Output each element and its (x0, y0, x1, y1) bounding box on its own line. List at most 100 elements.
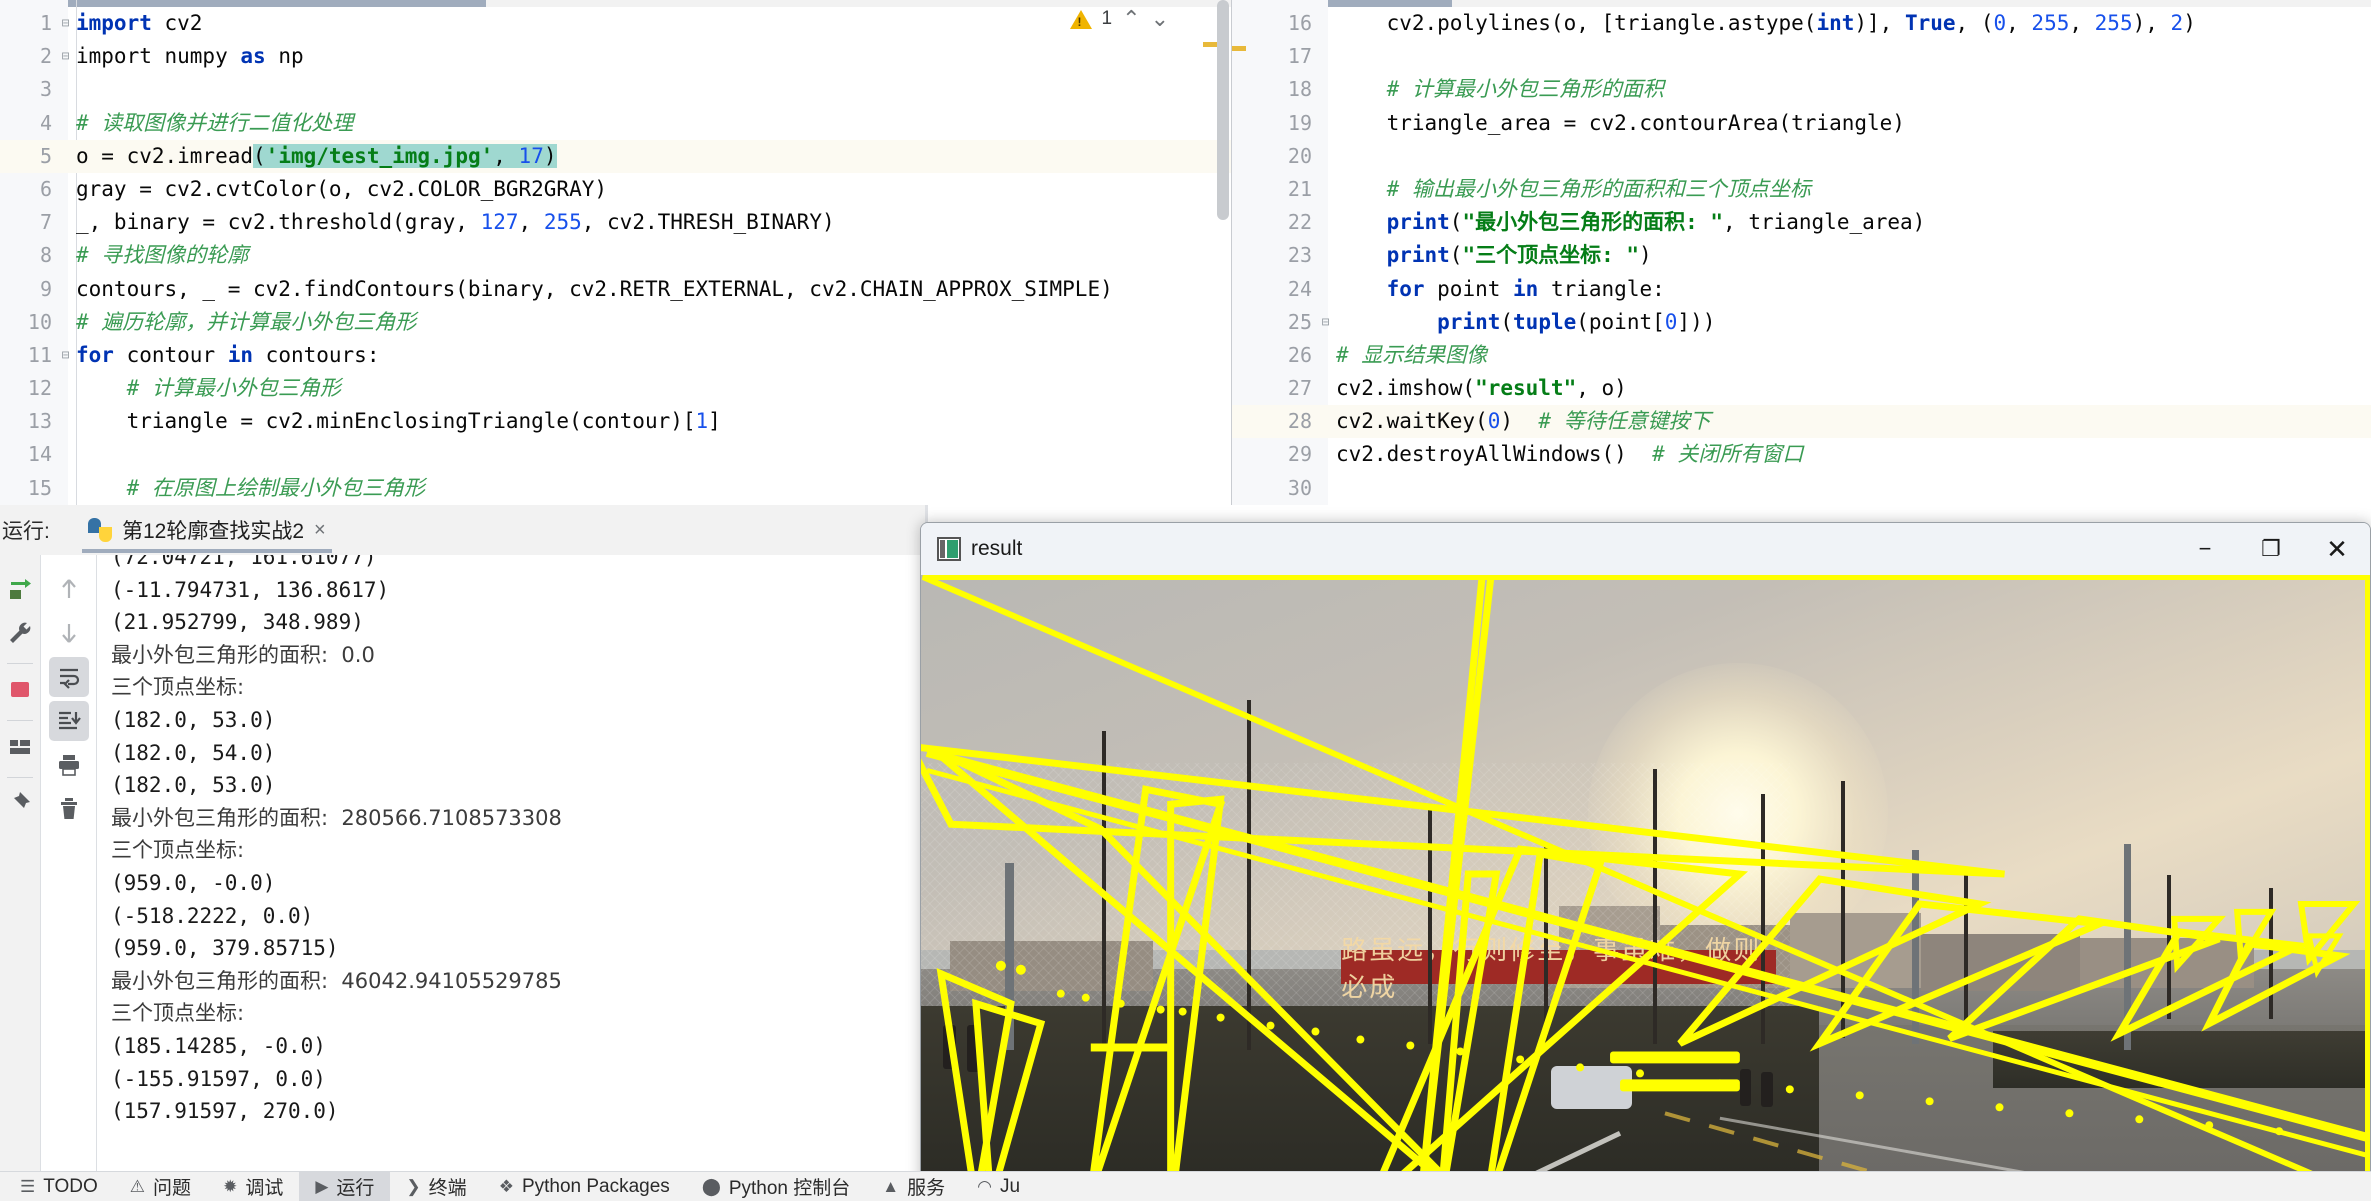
code-lines-left[interactable]: 1⊟import cv2 2⊟import numpy as np 3 4# 读… (0, 7, 1231, 505)
status-bar-item-terminal[interactable]: ❯终端 (390, 1172, 482, 1201)
console-line: (185.14285, -0.0) (111, 1030, 925, 1063)
console-line: (-518.2222, 0.0) (111, 900, 925, 933)
editor-pane-left[interactable]: 1⊟import cv2 2⊟import numpy as np 3 4# 读… (0, 0, 1232, 505)
console-line: (182.0, 54.0) (111, 737, 925, 770)
settings-wrench-icon[interactable] (0, 613, 40, 653)
result-window-title: result (971, 537, 1022, 561)
run-tool-window[interactable]: 运行: 第12轮廓查找实战2 × (0, 505, 925, 1171)
run-toolbar-primary[interactable] (0, 555, 40, 1171)
minimize-button[interactable]: − (2172, 523, 2238, 575)
toolbar-divider (7, 663, 33, 664)
console-line: 三个顶点坐标: (111, 671, 925, 704)
code-line: 21 # 输出最小外包三角形的面积和三个顶点坐标 (1232, 173, 2371, 206)
result-window-titlebar[interactable]: result − ❐ ✕ (921, 523, 2370, 575)
run-configuration-tab[interactable]: 第12轮廓查找实战2 × (74, 505, 340, 555)
fold-marker-icon[interactable]: ⊟ (58, 16, 73, 31)
pin-icon[interactable] (0, 784, 40, 824)
scroll-to-end-icon[interactable] (49, 701, 89, 741)
result-image-canvas[interactable]: 路虽远，行则修至，事虽难，做则必成 (921, 575, 2370, 1200)
status-bar-item-run[interactable]: ▶ 运行 (299, 1172, 390, 1201)
code-line: 27cv2.imshow("result", o) (1232, 372, 2371, 405)
console-line: 三个顶点坐标: (111, 997, 925, 1030)
scroll-warning-mark (1203, 42, 1217, 47)
code-line: 10# 遍历轮廓，并计算最小外包三角形 (0, 306, 1231, 339)
close-icon[interactable]: × (314, 519, 326, 542)
console-line: 最小外包三角形的面积: 0.0 (111, 639, 925, 672)
code-line: 1⊟import cv2 (0, 7, 1231, 40)
chevron-up-icon[interactable]: ⌃ (1122, 6, 1140, 32)
code-line: 18 # 计算最小外包三角形的面积 (1232, 73, 2371, 106)
status-bar-item-label: 运行 (336, 1173, 374, 1200)
line-number: 26 (1232, 339, 1312, 372)
status-bar-item-label: 问题 (153, 1173, 191, 1200)
line-number: 12 (0, 372, 52, 405)
terminal-icon: ❯ (406, 1177, 420, 1197)
line-number: 7 (0, 206, 52, 239)
status-bar-item-problems[interactable]: ⚠问题 (114, 1172, 207, 1201)
image-window-icon (937, 537, 961, 561)
line-number: 21 (1232, 173, 1312, 206)
console-line: 最小外包三角形的面积: 280566.7108573308 (111, 802, 925, 835)
line-number: 1 (0, 7, 52, 40)
console-output[interactable]: (72.04721, 161.61077)(-11.794731, 136.86… (96, 555, 925, 1171)
code-lines-right[interactable]: 16 cv2.polylines(o, [triangle.astype(int… (1232, 7, 2371, 505)
line-number: 23 (1232, 239, 1312, 272)
line-number: 14 (0, 438, 52, 471)
status-bar[interactable]: ☰TODO⚠问题✹调试 ▶ 运行 ❯终端 ❖ Python Packages ⬤Python… (0, 1171, 2371, 1201)
status-bar-item-jupyter[interactable]: ◠Ju (961, 1172, 1036, 1201)
console-line: (959.0, -0.0) (111, 867, 925, 900)
code-line: 22 print("最小外包三角形的面积: ", triangle_area) (1232, 206, 2371, 239)
code-line-current: 5o = cv2.imread('img/test_img.jpg', 17) (0, 140, 1231, 173)
run-panel-label: 运行: (2, 515, 74, 545)
status-bar-item-debug[interactable]: ✹调试 (207, 1172, 299, 1201)
line-number: 30 (1232, 472, 1312, 505)
console-line: (-155.91597, 0.0) (111, 1063, 925, 1096)
fold-marker-icon[interactable]: ⊟ (58, 49, 73, 64)
console-line: (-11.794731, 136.8617) (111, 574, 925, 607)
python-packages-icon: ❖ (499, 1177, 514, 1197)
rerun-icon[interactable] (0, 569, 40, 609)
status-bar-item-python-packages[interactable]: ❖ Python Packages (483, 1172, 686, 1201)
status-bar-item-label: Python 控制台 (729, 1173, 850, 1200)
maximize-button[interactable]: ❐ (2238, 523, 2304, 575)
code-line: 30 (1232, 472, 2371, 505)
line-number: 5 (0, 140, 52, 173)
line-number: 13 (0, 405, 52, 438)
code-line: 7_, binary = cv2.threshold(gray, 127, 25… (0, 206, 1231, 239)
inspection-warning-indicator[interactable]: 1 ⌃ ⌄ (1070, 6, 1169, 32)
stop-icon[interactable] (0, 670, 40, 710)
trash-icon[interactable] (49, 789, 89, 829)
code-line: 8# 寻找图像的轮廓 (0, 239, 1231, 272)
code-line-current: 28cv2.waitKey(0) # 等待任意键按下 (1232, 405, 2371, 438)
editor-area: 1⊟import cv2 2⊟import numpy as np 3 4# 读… (0, 0, 2371, 505)
line-number: 19 (1232, 107, 1312, 140)
status-bar-item-python-console[interactable]: ⬤Python 控制台 (686, 1172, 866, 1201)
jupyter-icon: ◠ (977, 1177, 992, 1197)
close-button[interactable]: ✕ (2304, 523, 2370, 575)
pane-right-tabstrip (1232, 0, 2371, 7)
status-bar-item-label: 服务 (907, 1173, 945, 1200)
editor-pane-right[interactable]: 16 cv2.polylines(o, [triangle.astype(int… (1232, 0, 2371, 505)
up-arrow-icon[interactable] (49, 569, 89, 609)
status-bar-item-todo[interactable]: ☰TODO (4, 1172, 114, 1201)
result-image-window[interactable]: result − ❐ ✕ 路 (920, 522, 2371, 1201)
run-icon: ▶ (315, 1177, 328, 1197)
code-line: 9contours, _ = cv2.findContours(binary, … (0, 273, 1231, 306)
warning-triangle-icon (1070, 10, 1092, 29)
console-line: 最小外包三角形的面积: 46042.94105529785 (111, 965, 925, 998)
fold-marker-icon[interactable]: ⊟ (58, 348, 73, 363)
print-icon[interactable] (49, 745, 89, 785)
fold-marker-icon[interactable]: ⊟ (1318, 315, 1333, 330)
chevron-down-icon[interactable]: ⌄ (1151, 6, 1169, 32)
soft-wrap-icon[interactable] (49, 657, 89, 697)
line-number: 20 (1232, 140, 1312, 173)
console-line: (72.04721, 161.61077) (111, 555, 925, 574)
run-toolbar-secondary[interactable] (40, 555, 96, 1171)
code-line: 4# 读取图像并进行二值化处理 (0, 107, 1231, 140)
editor-scrollbar-left[interactable] (1217, 0, 1229, 220)
status-bar-item-label: Python Packages (522, 1176, 670, 1198)
console-line: (182.0, 53.0) (111, 704, 925, 737)
down-arrow-icon[interactable] (49, 613, 89, 653)
status-bar-item-services[interactable]: ▲服务 (866, 1172, 961, 1201)
layout-icon[interactable] (0, 727, 40, 767)
